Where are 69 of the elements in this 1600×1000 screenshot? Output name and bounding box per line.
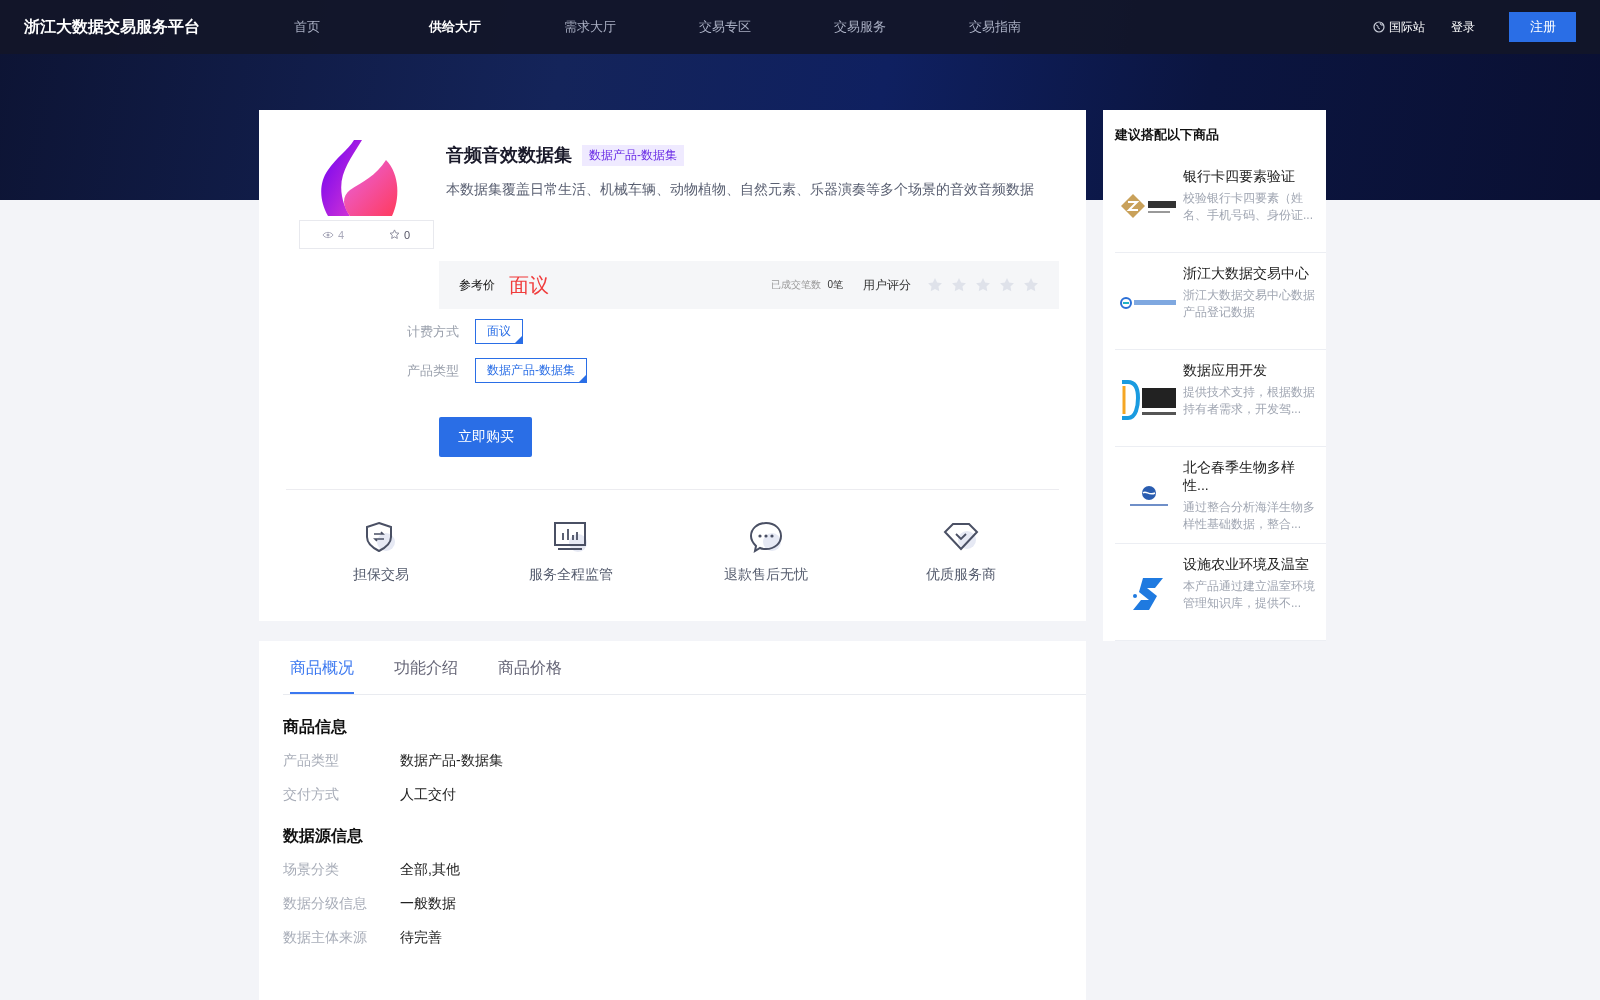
- attribute-tag: 面议: [475, 319, 523, 344]
- field-value: 一般数据: [400, 895, 456, 913]
- globe-icon: [1373, 21, 1385, 33]
- field-label: 交付方式: [283, 786, 340, 804]
- nav-link[interactable]: 需求大厅: [564, 18, 699, 36]
- deals-count: 0笔: [827, 278, 843, 292]
- shield-icon: [364, 520, 398, 554]
- attribute-label: 计费方式: [407, 322, 459, 341]
- recommended-item[interactable]: 北仑春季生物多样性... 通过整合分析海洋生物多样性基础数据，整合...: [1115, 447, 1326, 544]
- price-value: 面议: [509, 272, 549, 298]
- nav-link[interactable]: 交易专区: [699, 18, 834, 36]
- field-label: 场景分类: [283, 861, 340, 879]
- field-value: 全部,其他: [400, 861, 460, 879]
- price-label: 参考价: [459, 276, 495, 294]
- recommended-item[interactable]: 浙江大数据交易中心 浙江大数据交易中心数据产品登记数据: [1115, 253, 1326, 350]
- guarantee-label: 担保交易: [353, 566, 409, 584]
- nav-link[interactable]: 首页: [294, 18, 429, 36]
- tab[interactable]: 功能介绍: [394, 641, 458, 694]
- item-description: 本产品通过建立温室环境管理知识库，提供不...: [1183, 578, 1316, 612]
- field-label: 数据主体来源: [283, 929, 368, 947]
- item-title: 银行卡四要素验证: [1183, 168, 1296, 186]
- monitor-chart-icon: [552, 520, 590, 554]
- recommended-item[interactable]: 数据应用开发 提供技术支持，根据数据持有者需求，开发驾...: [1115, 350, 1326, 447]
- recommended-item[interactable]: 设施农业环境及温室 本产品通过建立温室环境管理知识库，提供不...: [1115, 544, 1326, 641]
- register-button[interactable]: 注册: [1509, 12, 1576, 42]
- item-title: 数据应用开发: [1183, 362, 1268, 380]
- buy-now-button[interactable]: 立即购买: [439, 417, 532, 457]
- field-label: 产品类型: [283, 752, 340, 770]
- nav-link[interactable]: 供给大厅: [429, 18, 564, 36]
- item-description: 通过整合分析海洋生物多样性基础数据，整合...: [1183, 499, 1316, 533]
- chat-bubble-icon: [748, 520, 784, 554]
- logo-icon: [1120, 380, 1178, 420]
- logo-icon: [1120, 297, 1178, 309]
- login-link[interactable]: 登录: [1451, 18, 1475, 36]
- item-title: 浙江大数据交易中心: [1183, 265, 1310, 283]
- field-label: 数据分级信息: [283, 895, 368, 913]
- rating-label: 用户评分: [863, 276, 911, 294]
- section-heading: 商品信息: [283, 717, 348, 737]
- guarantee-label: 优质服务商: [926, 566, 996, 584]
- deals-label: 已成交笔数: [771, 278, 822, 292]
- category-tag: 数据产品-数据集: [582, 144, 684, 166]
- section-heading: 数据源信息: [283, 826, 364, 846]
- nav-link[interactable]: 交易指南: [969, 18, 1104, 36]
- star-icon: [388, 229, 400, 240]
- attribute-tag: 数据产品-数据集: [475, 358, 587, 383]
- panel-title: 建议搭配以下商品: [1115, 126, 1220, 144]
- product-title: 音频音效数据集: [446, 144, 572, 167]
- tab[interactable]: 商品价格: [498, 641, 562, 694]
- guarantee-label: 服务全程监管: [529, 566, 613, 584]
- field-value: 人工交付: [400, 786, 456, 804]
- guarantee-label: 退款售后无忧: [724, 566, 808, 584]
- attribute-label: 产品类型: [407, 361, 459, 380]
- tab[interactable]: 商品概况: [290, 641, 354, 694]
- field-value: 数据产品-数据集: [400, 752, 503, 770]
- nav-link[interactable]: 交易服务: [834, 18, 969, 36]
- view-count: 4: [337, 228, 345, 241]
- site-logo[interactable]: 浙江大数据交易服务平台: [24, 16, 294, 38]
- language-link[interactable]: 国际站: [1373, 18, 1425, 36]
- recommended-item[interactable]: 银行卡四要素验证 校验银行卡四要素（姓名、手机号码、身份证...: [1115, 156, 1326, 253]
- item-description: 校验银行卡四要素（姓名、手机号码、身份证...: [1183, 190, 1314, 224]
- item-description: 提供技术支持，根据数据持有者需求，开发驾...: [1183, 384, 1316, 418]
- item-description: 浙江大数据交易中心数据产品登记数据: [1183, 287, 1316, 321]
- item-title: 北仑春季生物多样性...: [1183, 459, 1296, 495]
- field-value: 待完善: [400, 929, 442, 947]
- logo-icon: [1120, 193, 1178, 219]
- item-title: 设施农业环境及温室: [1183, 556, 1310, 574]
- favorite-count: 0: [403, 228, 411, 241]
- product-description: 本数据集覆盖日常生活、机械车辆、动物植物、自然元素、乐器演奏等多个场景的音效音频数据: [446, 181, 1034, 199]
- eye-icon: [321, 230, 334, 239]
